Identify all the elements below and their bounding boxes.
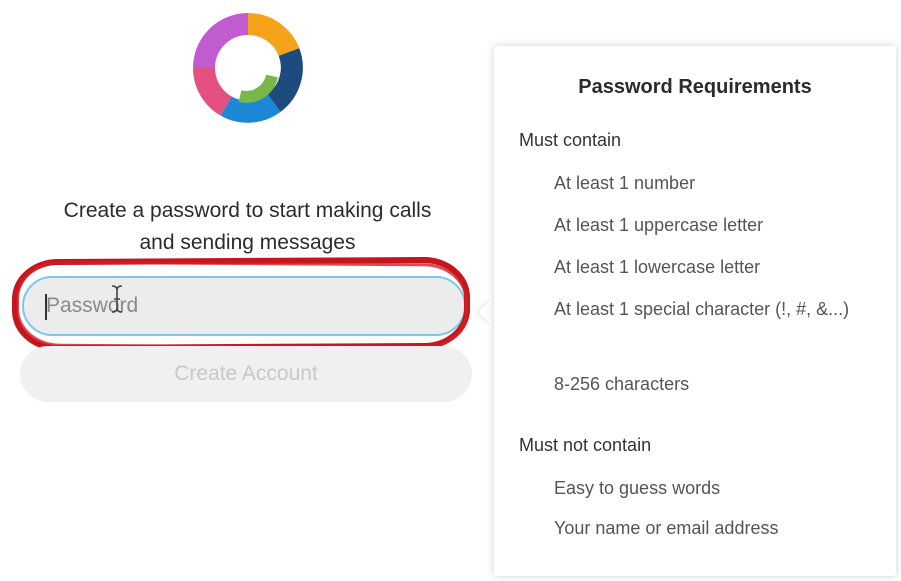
prompt-line-2: and sending messages <box>139 231 356 254</box>
must-contain-heading: Must contain <box>519 130 622 150</box>
signup-screen: Create a password to start making calls … <box>0 0 901 581</box>
password-requirements-popover: Password Requirements Must contain At le… <box>494 46 896 576</box>
requirement-item: At least 1 number <box>554 173 696 193</box>
requirement-item: At least 1 special character (!, #, &...… <box>554 299 850 319</box>
requirement-item: At least 1 lowercase letter <box>554 257 761 277</box>
requirement-item: At least 1 uppercase letter <box>554 215 764 235</box>
must-not-contain-heading: Must not contain <box>519 435 652 455</box>
requirements-title: Password Requirements <box>578 76 812 98</box>
restriction-item: Easy to guess words <box>554 478 721 498</box>
signup-prompt: Create a password to start making calls … <box>20 195 475 259</box>
webex-logo-icon <box>193 13 303 123</box>
annotation-highlight-inner <box>15 260 469 350</box>
prompt-line-1: Create a password to start making calls <box>63 199 432 222</box>
restriction-item: Your name or email address <box>554 518 779 538</box>
requirement-item: 8-256 characters <box>554 374 690 394</box>
create-account-button[interactable]: Create Account <box>20 346 472 402</box>
